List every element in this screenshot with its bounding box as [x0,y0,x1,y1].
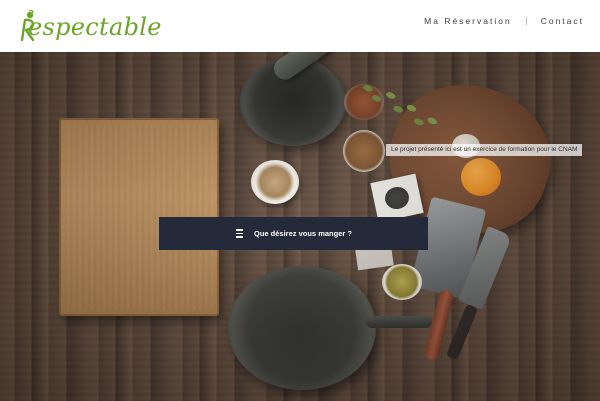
hero-background-image: Le projet présenté ici est un exercice d… [0,52,600,401]
food-search-label: Que désirez vous manger ? [254,229,352,238]
nav-divider [525,17,527,25]
nav-link-contact[interactable]: Contact [541,16,584,26]
menu-icon [236,229,243,238]
project-caption: Le projet présenté ici est un exercice d… [386,144,583,156]
nav-link-ma-reservation[interactable]: Ma Réservation [424,16,512,26]
logo-r-mark-icon [20,10,35,42]
site-header: espectable Ma Réservation Contact [0,0,600,52]
food-search-button[interactable]: Que désirez vous manger ? [159,217,428,250]
main-nav: Ma Réservation Contact [424,16,584,26]
logo-text-part2: table [99,13,162,41]
logo[interactable]: espectable [18,10,162,44]
